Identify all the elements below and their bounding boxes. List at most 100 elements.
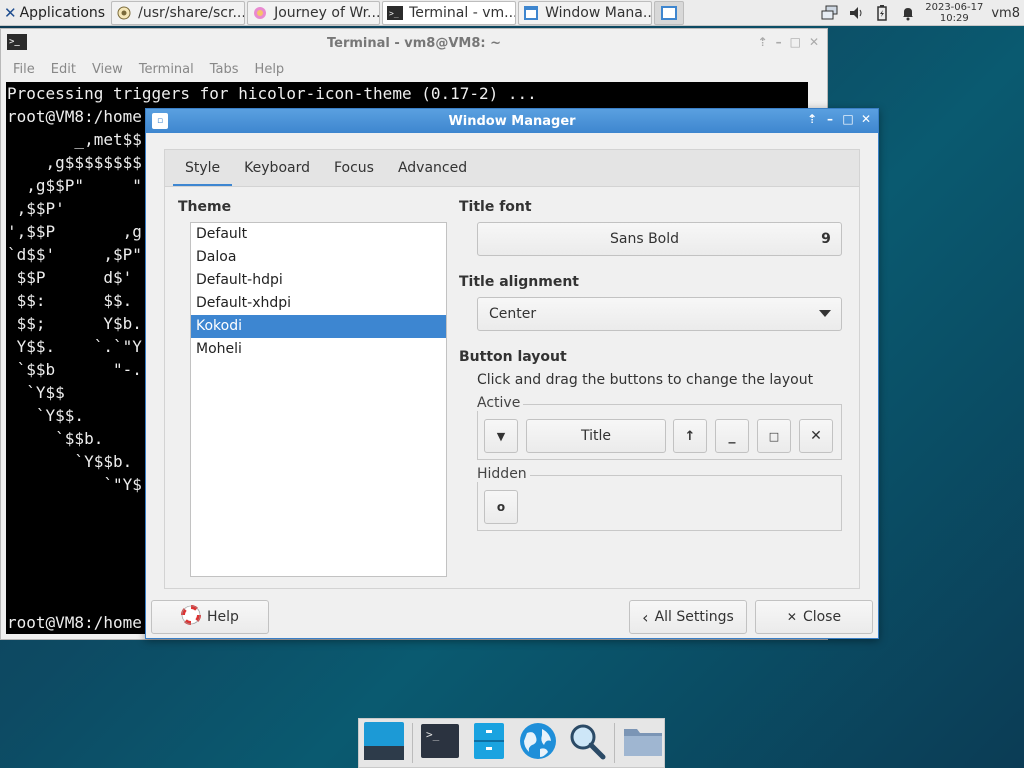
taskbar-item-terminal[interactable]: >_ Terminal - vm...	[382, 0, 517, 25]
clock-time: 10:29	[939, 13, 969, 24]
title-font-button[interactable]: Sans Bold 9	[477, 222, 842, 256]
menu-help[interactable]: Help	[247, 62, 293, 77]
close-icon: ✕	[786, 610, 797, 624]
menu-edit[interactable]: Edit	[43, 62, 84, 77]
dock-web-browser[interactable]	[517, 721, 560, 765]
dock-separator	[411, 723, 413, 763]
all-settings-label: All Settings	[654, 609, 734, 625]
theme-label: Theme	[178, 199, 232, 215]
menu-view[interactable]: View	[84, 62, 131, 77]
button-layout-label: Button layout	[459, 349, 567, 365]
taskbar-item-file-browser[interactable]: /usr/share/scr...	[111, 0, 246, 25]
theme-item[interactable]: Moheli	[191, 338, 446, 361]
menu-button[interactable]: ▼	[484, 419, 518, 453]
terminal-titlebar[interactable]: >_ Terminal - vm8@VM8: ~ ⇡ – □ ✕	[1, 29, 827, 57]
tab-advanced[interactable]: Advanced	[386, 149, 479, 187]
style-tab-panel: Theme Default Daloa Default-hdpi Default-xh…	[164, 186, 860, 589]
clock-date: 2023-06-17	[925, 2, 984, 13]
tab-focus[interactable]: Focus	[322, 149, 386, 187]
taskbar-item-window-manager[interactable]: Window Mana...	[518, 0, 653, 25]
volume-icon[interactable]	[847, 4, 865, 22]
network-icon[interactable]	[821, 4, 839, 22]
tab-label: Focus	[333, 160, 374, 176]
taskbar-item-firefox[interactable]: Journey of Wr...	[247, 0, 381, 25]
title-alignment-select[interactable]: Center	[477, 297, 842, 331]
firefox-icon	[252, 5, 268, 21]
title-button-label: Title	[580, 428, 611, 444]
terminal-line: Processing triggers for hicolor-icon-the…	[7, 84, 537, 103]
clock[interactable]: 2023-06-17 10:29	[925, 2, 983, 24]
user-host-label[interactable]: vm8	[991, 6, 1020, 21]
show-desktop-button[interactable]	[654, 0, 685, 25]
maximize-icon[interactable]: □	[790, 35, 801, 49]
taskbar-item-label: Window Mana...	[545, 4, 653, 21]
menu-terminal[interactable]: Terminal	[131, 62, 202, 77]
all-settings-button[interactable]: ‹ All Settings	[629, 600, 747, 634]
arrow-up-icon: ↑	[684, 428, 696, 444]
title-alignment-label: Title alignment	[459, 274, 579, 290]
dock-folder[interactable]	[621, 721, 664, 765]
magnifier-icon	[568, 722, 606, 764]
pin-icon[interactable]: ⇡	[758, 35, 768, 49]
hidden-label: Hidden	[477, 466, 530, 482]
terminal-icon: >_	[7, 34, 27, 50]
close-icon[interactable]: ✕	[860, 112, 872, 126]
font-size: 9	[821, 231, 831, 247]
wm-titlebar[interactable]: ▫ Window Manager ⇡ – □ ✕	[146, 109, 878, 133]
svg-text:>_: >_	[389, 9, 399, 18]
title-layout-button[interactable]: Title	[526, 419, 666, 453]
chevron-down-icon	[819, 310, 831, 317]
close-icon: ✕	[810, 428, 822, 444]
minimize-icon[interactable]: –	[776, 35, 782, 49]
tab-style[interactable]: Style	[173, 149, 233, 187]
menu-file[interactable]: File	[5, 62, 43, 77]
top-panel: ✕ Applications /usr/share/scr... Journey…	[0, 0, 1024, 26]
taskbar-item-label: Journey of Wr...	[274, 4, 381, 21]
dock-terminal[interactable]: >_	[419, 721, 462, 765]
theme-list[interactable]: Default Daloa Default-hdpi Default-xhdpi Kok…	[190, 222, 447, 577]
shade-button[interactable]: ↑	[673, 419, 707, 453]
title-font-label: Title font	[459, 199, 532, 215]
dock-separator	[614, 723, 616, 763]
dock-file-manager[interactable]	[468, 721, 511, 765]
close-icon[interactable]: ✕	[809, 35, 819, 49]
window-manager-icon	[523, 5, 539, 21]
battery-icon[interactable]	[873, 4, 891, 22]
show-desktop-icon	[661, 5, 678, 21]
tab-keyboard[interactable]: Keyboard	[232, 149, 322, 187]
title-alignment-value: Center	[489, 306, 537, 322]
system-tray: 2023-06-17 10:29 vm8	[821, 0, 1024, 26]
theme-item[interactable]: Default-xhdpi	[191, 292, 446, 315]
dock-search[interactable]	[565, 721, 608, 765]
tab-label: Advanced	[397, 160, 468, 176]
dock-show-desktop[interactable]	[363, 721, 406, 765]
theme-item[interactable]: Default-hdpi	[191, 269, 446, 292]
terminal-icon: >_	[421, 724, 460, 762]
help-button[interactable]: Help	[151, 600, 269, 634]
minimize-layout-button[interactable]: _	[715, 419, 749, 453]
xfce-logo-icon: ✕	[4, 3, 17, 22]
window-manager-icon: ▫	[152, 113, 168, 129]
help-label: Help	[207, 609, 239, 625]
theme-item[interactable]: Daloa	[191, 246, 446, 269]
window-manager-dialog: ▫ Window Manager ⇡ – □ ✕ Style Keyboard …	[145, 108, 879, 639]
maximize-icon[interactable]: □	[842, 112, 854, 126]
menu-tabs[interactable]: Tabs	[202, 62, 247, 77]
stick-circle-icon: o	[496, 500, 506, 514]
notifications-bell-icon[interactable]	[899, 4, 917, 22]
maximize-layout-button[interactable]: □	[757, 419, 791, 453]
browser-icon	[116, 5, 132, 21]
lifebuoy-icon	[181, 605, 202, 629]
folder-icon	[623, 724, 663, 762]
terminal-menubar: File Edit View Terminal Tabs Help	[1, 57, 827, 81]
close-button[interactable]: ✕ Close	[755, 600, 873, 634]
tab-label: Style	[185, 160, 221, 176]
button-layout-hint: Click and drag the buttons to change the…	[477, 372, 814, 388]
theme-item[interactable]: Default	[191, 223, 446, 246]
close-layout-button[interactable]: ✕	[799, 419, 833, 453]
stick-button[interactable]: o	[484, 490, 518, 524]
minimize-icon[interactable]: –	[824, 112, 836, 126]
applications-menu-button[interactable]: ✕ Applications	[0, 0, 109, 26]
pin-icon[interactable]: ⇡	[806, 112, 818, 126]
theme-item[interactable]: Kokodi	[191, 315, 446, 338]
